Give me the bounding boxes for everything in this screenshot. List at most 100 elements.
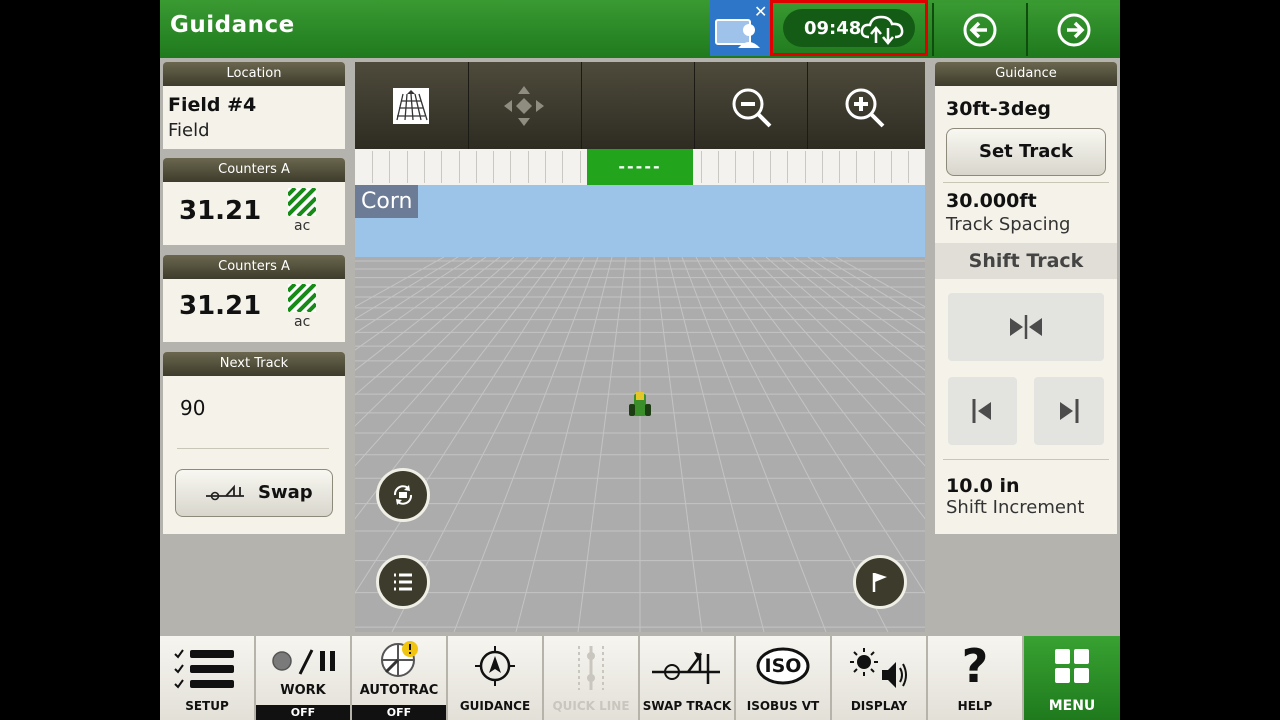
- bottom-toolbar: SETUP WORK OFF AUTOTRAC OFF GUIDANCE QUI…: [160, 636, 1120, 720]
- divider: [943, 182, 1109, 183]
- map-view-button[interactable]: [355, 62, 469, 149]
- next-track-heading: Next Track: [163, 352, 345, 376]
- shift-left-button[interactable]: [948, 377, 1017, 445]
- lightbar-segment: [511, 151, 529, 183]
- autotrac-button[interactable]: AUTOTRAC OFF: [352, 636, 448, 720]
- autotrac-warning-icon: [381, 641, 418, 677]
- help-icon: ?: [961, 639, 989, 693]
- isobus-vt-button[interactable]: ISO ISOBUS VT: [736, 636, 832, 720]
- area-hatch-icon: [288, 188, 316, 216]
- quick-line-button[interactable]: QUICK LINE: [544, 636, 640, 720]
- layers-list-button[interactable]: [376, 555, 430, 609]
- lightbar-segment: [390, 151, 408, 183]
- autotrac-state: OFF: [352, 705, 446, 720]
- pan-button[interactable]: [468, 62, 582, 149]
- perspective-grid-icon: [393, 88, 429, 124]
- isobus-vt-label: ISOBUS VT: [746, 699, 820, 713]
- lightbar-segment: [770, 151, 789, 183]
- lightbar-segment: [805, 151, 823, 183]
- guidance-panel: 30ft-3deg Set Track 30.000ft Track Spaci…: [935, 86, 1117, 534]
- lightbar-segment: [563, 151, 581, 183]
- center-track-icon: [1010, 315, 1042, 339]
- zoom-in-icon: [845, 88, 885, 128]
- counter-a-value: 31.21: [179, 196, 262, 226]
- menu-label: MENU: [1048, 698, 1096, 714]
- location-panel[interactable]: Field #4 Field: [163, 86, 345, 149]
- swap-track-label: SWAP TRACK: [642, 699, 732, 713]
- shift-right-button[interactable]: [1034, 377, 1104, 445]
- lightbar-segment: [822, 151, 841, 183]
- clock-time: 09:48: [804, 18, 862, 39]
- lightbar-segment: [857, 151, 875, 183]
- zoom-out-button[interactable]: [694, 62, 808, 149]
- flag-icon: [872, 573, 887, 592]
- rotate-view-button[interactable]: [376, 468, 430, 522]
- zoom-out-icon: [732, 88, 772, 128]
- shift-left-icon: [972, 399, 991, 423]
- lightbar-segment: [442, 151, 460, 183]
- counter-a-panel[interactable]: 31.21 ac: [163, 182, 345, 245]
- swap-label: Swap: [258, 482, 313, 503]
- lightbar-segment: [753, 151, 771, 183]
- field-type: Field: [168, 120, 210, 141]
- track-name: 30ft-3deg: [946, 98, 1051, 120]
- divider: [943, 459, 1109, 460]
- map-sky: [355, 185, 925, 257]
- display-label: DISPLAY: [850, 699, 908, 713]
- lightbar-center: -----: [587, 149, 693, 185]
- set-track-label: Set Track: [978, 141, 1073, 162]
- lightbar-segment: [407, 151, 425, 183]
- track-spacing-value: 30.000ft: [946, 190, 1037, 212]
- forward-button[interactable]: [1026, 3, 1120, 56]
- clock-pill[interactable]: 09:48: [783, 9, 915, 47]
- lightbar-segment: [476, 151, 495, 183]
- quick-line-label: QUICK LINE: [552, 699, 630, 713]
- guidance-label: GUIDANCE: [459, 699, 531, 713]
- arrow-left-icon: [963, 13, 997, 47]
- crop-label: Corn: [355, 185, 419, 218]
- help-label: HELP: [957, 699, 993, 713]
- lightbar-segment: [718, 151, 737, 183]
- center-track-button[interactable]: [948, 293, 1104, 361]
- counter-a-heading: Counters A: [163, 158, 345, 182]
- counter-a2-unit: ac: [294, 314, 311, 330]
- lightbar-segment: [909, 151, 925, 183]
- help-button[interactable]: ? HELP: [928, 636, 1024, 720]
- work-state: OFF: [256, 705, 350, 720]
- back-button[interactable]: [932, 3, 1026, 56]
- arrow-right-icon: [1057, 13, 1091, 47]
- checklist-icon: [174, 649, 234, 689]
- guidance-map[interactable]: ----- Corn: [355, 62, 925, 632]
- close-icon[interactable]: ✕: [754, 2, 767, 21]
- display-screen: Guidance ✕ 09:48 Location Field #4 Field…: [160, 0, 1120, 720]
- display-button[interactable]: DISPLAY: [832, 636, 928, 720]
- swap-button[interactable]: Swap: [175, 469, 333, 517]
- work-button[interactable]: WORK OFF: [256, 636, 352, 720]
- divider: [177, 448, 329, 449]
- setup-label: SETUP: [185, 699, 229, 713]
- counter-a2-panel[interactable]: 31.21 ac: [163, 279, 345, 342]
- swap-track-button[interactable]: SWAP TRACK: [640, 636, 736, 720]
- lightbar-segment: [372, 151, 391, 183]
- shift-track-label: Shift Track: [968, 250, 1084, 272]
- blank-tool-button[interactable]: [581, 62, 695, 149]
- lightbar-segment: [891, 151, 910, 183]
- shift-right-icon: [1060, 399, 1079, 423]
- flag-button[interactable]: [853, 555, 907, 609]
- guidance-button[interactable]: GUIDANCE: [448, 636, 544, 720]
- lightbar-segment: [874, 151, 892, 183]
- zoom-in-button[interactable]: [807, 62, 920, 149]
- swap-track-icon: [206, 484, 244, 501]
- page-title: Guidance: [170, 12, 295, 38]
- lightbar-segment: [788, 151, 806, 183]
- shift-increment-label: Shift Increment: [946, 497, 1085, 518]
- iso-text: ISO: [764, 655, 802, 677]
- clock-highlight-box[interactable]: 09:48: [770, 0, 928, 56]
- setup-button[interactable]: SETUP: [160, 636, 256, 720]
- brightness-volume-icon: [850, 648, 907, 688]
- guidance-heading: Guidance: [935, 62, 1117, 86]
- cloud-sync-icon: [860, 15, 904, 45]
- menu-button[interactable]: MENU: [1024, 636, 1120, 720]
- set-track-button[interactable]: Set Track: [946, 128, 1106, 176]
- lightbar-segment: [545, 151, 564, 183]
